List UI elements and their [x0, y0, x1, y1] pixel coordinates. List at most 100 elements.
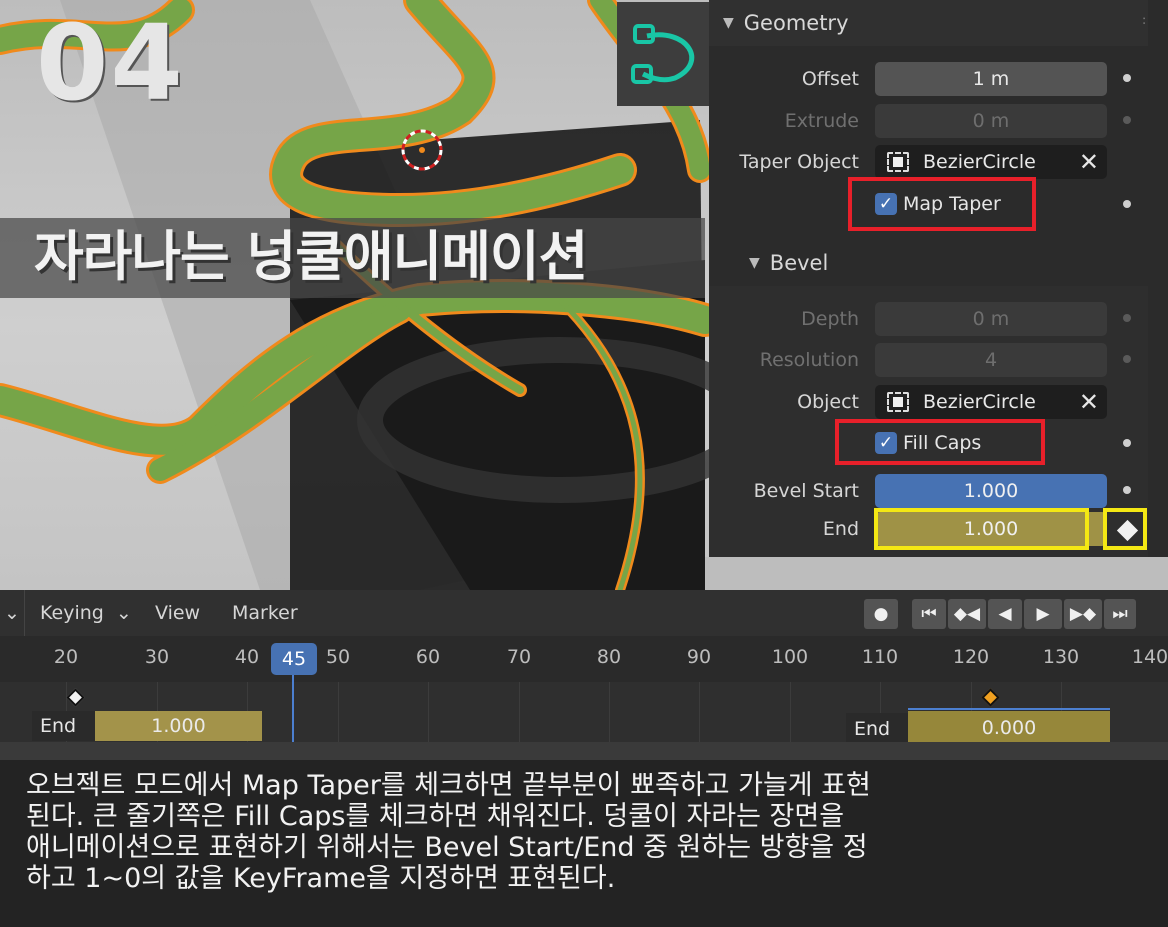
offset-field[interactable]: 1 m [875, 62, 1107, 96]
extrude-field[interactable]: 0 m [875, 104, 1107, 138]
taper-object-row: Taper Object BezierCircle ✕ [709, 143, 1149, 181]
clear-x-icon[interactable]: ✕ [1079, 145, 1099, 179]
keyframe-dot-icon[interactable] [1123, 486, 1131, 494]
play-reverse-icon: ◀ [998, 604, 1012, 624]
caption-line: 오브젝트 모드에서 Map Taper를 체크하면 끝부분이 뾰족하고 가늘게 … [26, 770, 871, 801]
prev-keyframe-icon: ◆◀ [953, 604, 981, 624]
resolution-label: Resolution [759, 349, 859, 371]
object-label: Object [797, 391, 859, 413]
caption-text: 오브젝트 모드에서 Map Taper를 체크하면 끝부분이 뾰족하고 가늘게 … [26, 770, 1136, 894]
strip-end-value-left[interactable]: 1.000 [95, 711, 262, 741]
strip-end-label-left: End [32, 711, 96, 741]
frame-tick: 30 [144, 646, 170, 668]
extrude-label: Extrude [784, 110, 859, 132]
frame-tick: 40 [234, 646, 260, 668]
curve-data-icon [617, 2, 717, 106]
timeline-scrollbar[interactable] [0, 742, 1168, 760]
end-field-highlight [874, 508, 1089, 550]
bevel-object-field[interactable]: BezierCircle ✕ [875, 385, 1107, 419]
current-frame-indicator[interactable]: 45 [271, 643, 317, 675]
frame-tick: 20 [53, 646, 79, 668]
play-button[interactable]: ▶ [1024, 599, 1062, 629]
grid-line [609, 682, 610, 742]
bevel-object-value: BezierCircle [923, 391, 1036, 413]
extrude-row: Extrude 0 m [709, 102, 1149, 140]
frame-tick: 100 [771, 646, 809, 668]
step-number: 04 [36, 2, 185, 124]
bevel-object-row: Object BezierCircle ✕ [709, 383, 1149, 421]
map-taper-highlight [848, 177, 1036, 231]
chevron-down-icon: ⌄ [115, 602, 132, 624]
play-reverse-button[interactable]: ◀ [988, 599, 1022, 629]
resolution-field[interactable]: 4 [875, 343, 1107, 377]
playback-dropdown-chevron-icon[interactable]: ⌄ [4, 590, 20, 636]
caption-line: 된다. 큰 줄기쪽은 Fill Caps를 체크하면 채워진다. 덩쿨이 자라는… [26, 801, 845, 832]
fill-caps-highlight [835, 419, 1045, 465]
grid-line [790, 682, 791, 742]
strip-end-label-right: End [846, 713, 910, 745]
offset-label: Offset [801, 68, 859, 90]
view-menu[interactable]: View [155, 590, 200, 636]
frame-tick: 90 [686, 646, 712, 668]
playhead[interactable] [292, 675, 294, 742]
bevel-section-header[interactable]: ▼ Bevel [709, 240, 1149, 286]
timeline-header: ⌄ Keying ⌄ View Marker ● ⏮ ◆◀ ◀ ▶ ▶◆ ⏭ [0, 590, 1168, 636]
depth-label: Depth [801, 308, 859, 330]
keyframe-dot-icon[interactable] [1123, 439, 1131, 447]
prev-keyframe-button[interactable]: ◆◀ [948, 599, 986, 629]
grid-line [428, 682, 429, 742]
resolution-row: Resolution 4 [709, 341, 1149, 379]
frame-tick: 60 [415, 646, 441, 668]
object-icon [887, 152, 909, 172]
clear-x-icon[interactable]: ✕ [1079, 385, 1099, 419]
jump-end-icon: ⏭ [1112, 604, 1128, 624]
keyframe-dot-icon[interactable] [1123, 314, 1131, 322]
frame-tick: 80 [596, 646, 622, 668]
grid-line [519, 682, 520, 742]
frame-tick: 140 [1131, 646, 1168, 668]
geometry-header-label: Geometry [743, 11, 849, 35]
taper-object-value: BezierCircle [923, 151, 1036, 173]
offset-row: Offset 1 m [709, 60, 1149, 98]
keying-menu-label: Keying [40, 602, 104, 624]
selected-strip-outline [908, 708, 1110, 710]
caption-line: 애니메이션으로 표현하기 위해서는 Bevel Start/End 중 원하는 … [26, 832, 868, 863]
collapse-triangle-icon: ▼ [749, 255, 760, 271]
record-button[interactable]: ● [864, 599, 898, 629]
frame-tick: 120 [952, 646, 990, 668]
viewport-corner [705, 557, 1168, 590]
keyframe-dot-icon[interactable] [1123, 116, 1131, 124]
next-keyframe-icon: ▶◆ [1069, 604, 1097, 624]
frame-ruler[interactable]: 20 30 40 50 60 70 80 90 100 110 120 130 … [0, 636, 1168, 682]
frame-tick: 70 [506, 646, 532, 668]
depth-row: Depth 0 m [709, 300, 1149, 338]
object-icon [887, 392, 909, 412]
frame-tick: 110 [861, 646, 899, 668]
jump-start-icon: ⏮ [921, 604, 937, 624]
keying-menu[interactable]: Keying ⌄ [40, 590, 132, 636]
bevel-header-label: Bevel [769, 251, 829, 275]
marker-menu[interactable]: Marker [232, 590, 298, 636]
taper-object-label: Taper Object [739, 151, 859, 173]
geometry-section-header[interactable]: ▼ Geometry ∷∷ [709, 0, 1168, 46]
next-keyframe-button[interactable]: ▶◆ [1064, 599, 1102, 629]
properties-panel: ▼ Geometry ∷∷ Offset 1 m Extrude 0 m Tap… [709, 0, 1168, 557]
bevel-start-field[interactable]: 1.000 [875, 474, 1107, 508]
keyframe-button-highlight [1103, 508, 1147, 550]
depth-field[interactable]: 0 m [875, 302, 1107, 336]
play-icon: ▶ [1036, 604, 1050, 624]
end-label: End [822, 518, 859, 540]
jump-end-button[interactable]: ⏭ [1104, 599, 1136, 629]
keyframe-dot-icon[interactable] [1123, 74, 1131, 82]
caption-area: 오브젝트 모드에서 Map Taper를 체크하면 끝부분이 뾰족하고 가늘게 … [0, 760, 1168, 927]
tutorial-title: 자라나는 넝쿨애니메이션 [34, 225, 588, 288]
keyframe-dot-icon[interactable] [1123, 200, 1131, 208]
caption-line: 하고 1~0의 값을 KeyFrame을 지정하면 표현된다. [26, 863, 616, 894]
taper-object-field[interactable]: BezierCircle ✕ [875, 145, 1107, 179]
bevel-start-label: Bevel Start [753, 480, 859, 502]
grid-line [338, 682, 339, 742]
strip-end-value-right[interactable]: 0.000 [908, 711, 1110, 745]
menu-divider [24, 590, 25, 636]
jump-start-button[interactable]: ⏮ [912, 599, 946, 629]
keyframe-dot-icon[interactable] [1123, 355, 1131, 363]
